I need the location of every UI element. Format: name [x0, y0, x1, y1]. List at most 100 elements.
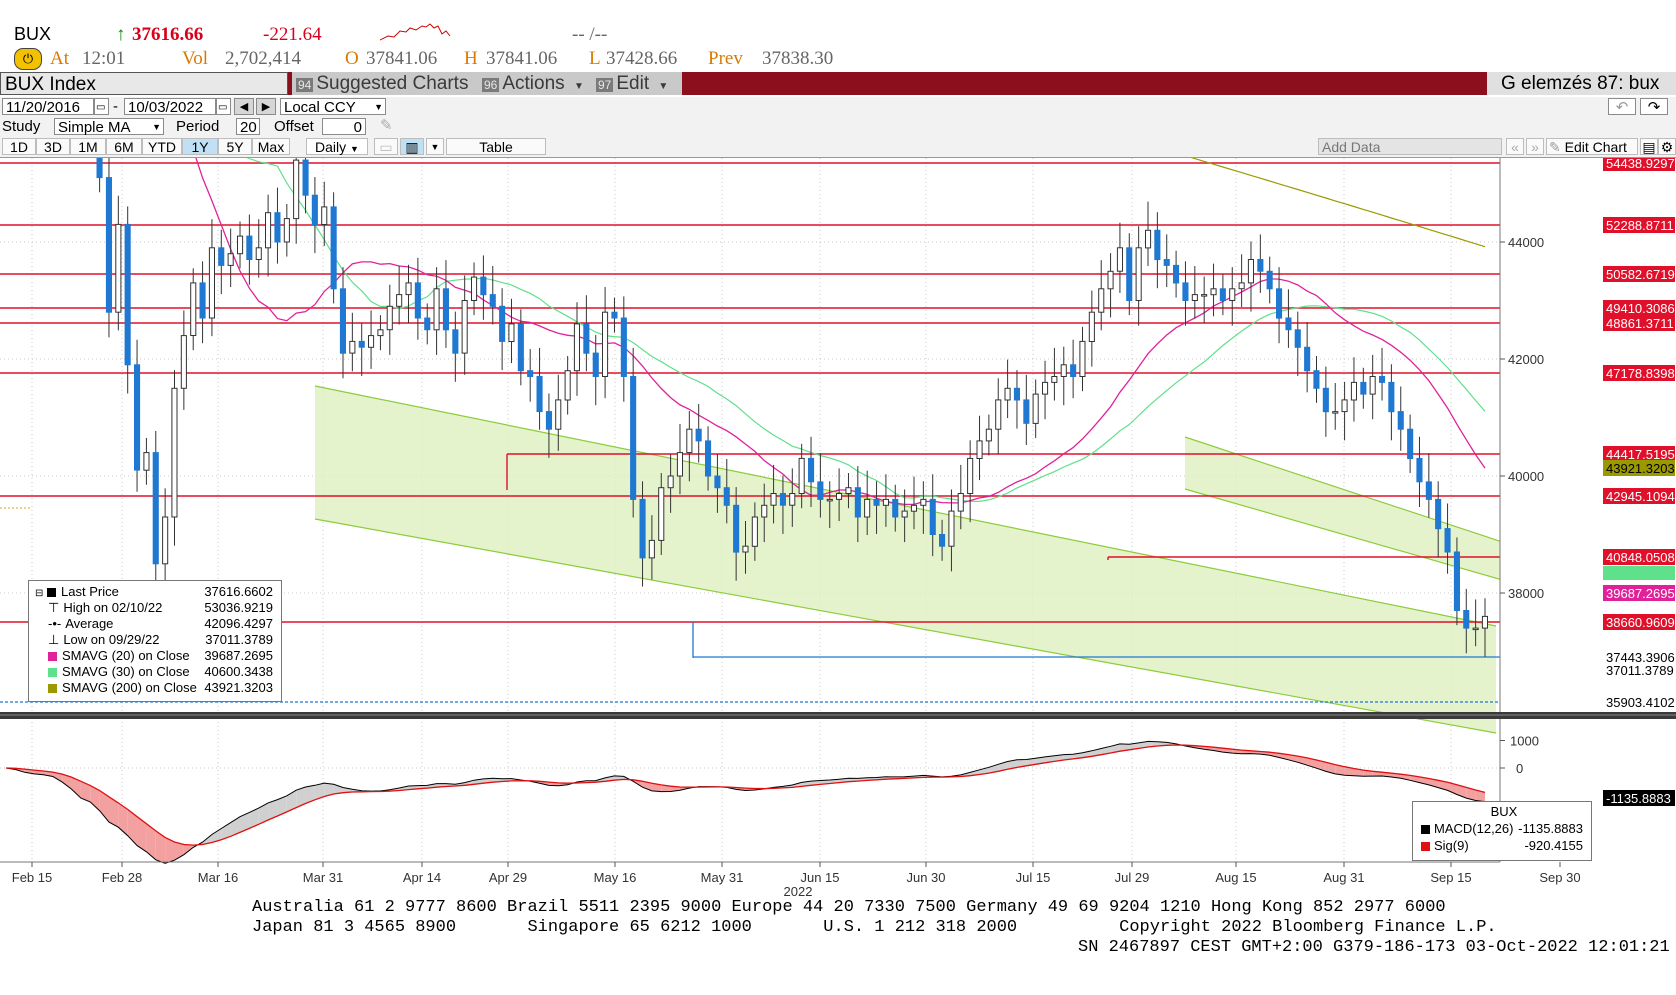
- collapse-left-button[interactable]: «: [1506, 138, 1524, 155]
- period-field[interactable]: 20: [236, 118, 260, 136]
- candle-body-24: [227, 253, 234, 266]
- x-tick-label-15: Sep 30: [1539, 870, 1580, 885]
- currency-select[interactable]: Local CCY ▼: [280, 98, 386, 116]
- gear-icon[interactable]: ⚙: [1658, 138, 1676, 155]
- high-value: 53036.9219: [204, 600, 273, 615]
- candle-body-22: [208, 247, 215, 319]
- axis-bg: [1500, 158, 1676, 870]
- period-button-1m[interactable]: 1M: [70, 138, 106, 155]
- line-style-button[interactable]: ▭: [374, 138, 398, 155]
- candle-body-16: [152, 452, 159, 565]
- candle-body-73: [686, 428, 693, 454]
- undo-button[interactable]: ↶: [1608, 98, 1636, 116]
- end-date-field[interactable]: 10/03/2022: [124, 98, 216, 116]
- price-chart[interactable]: 5400052000500004800046000440004200040000…: [0, 158, 1676, 898]
- period-button-5y[interactable]: 5Y: [218, 138, 252, 155]
- candle-body-142: [1332, 411, 1339, 414]
- low-marker-icon: ⊥: [48, 632, 60, 647]
- period-button-1y[interactable]: 1Y: [182, 138, 218, 155]
- candle-body-66: [620, 317, 627, 377]
- panel-separator[interactable]: [0, 712, 1676, 719]
- date-axis: Feb 15 Feb 28 Mar 16 Mar 31 Apr 14 Apr 29 May …: [12, 862, 1581, 898]
- sma-20-line: [195, 158, 1486, 506]
- caret-down-icon: ▼: [350, 144, 359, 154]
- legend-collapse-icon[interactable]: ⊟: [35, 588, 43, 599]
- edit-label: Edit: [616, 73, 650, 94]
- candle-body-130: [1219, 288, 1226, 301]
- candle-body-78: [733, 504, 740, 553]
- period-label: Period: [176, 118, 220, 135]
- start-date-field[interactable]: 11/20/2016: [2, 98, 94, 116]
- legend-sma20: SMAVG (20) on Close 39687.2695: [35, 648, 277, 664]
- add-data-input[interactable]: Add Data: [1318, 138, 1502, 155]
- start-date-calendar-icon[interactable]: ▭: [94, 98, 109, 115]
- offset-label: Offset: [274, 118, 314, 135]
- end-date-calendar-icon[interactable]: ▭: [216, 98, 231, 115]
- candle-body-17: [162, 516, 169, 565]
- actions-menu[interactable]: 96 Actions ▼: [478, 72, 596, 95]
- study-value: Simple MA: [58, 119, 131, 136]
- x-tick-label-7: May 31: [701, 870, 744, 885]
- candle-body-124: [1163, 259, 1170, 266]
- price-legend[interactable]: ⊟ Last Price 37616.6602 ⊤ High on 02/10/2…: [28, 580, 282, 702]
- y-tick-label-7: 40000: [1508, 469, 1544, 484]
- candle-body-77: [723, 487, 730, 506]
- study-label: Study: [2, 118, 41, 135]
- candle-body-112: [1051, 376, 1058, 383]
- x-tick-label-10: Jul 15: [1016, 870, 1051, 885]
- redo-button[interactable]: ↷: [1640, 98, 1668, 116]
- candle-body-145: [1360, 381, 1367, 395]
- candle-body-62: [583, 323, 590, 354]
- candle-body-74: [695, 428, 702, 442]
- period-button-max[interactable]: Max: [252, 138, 290, 155]
- price-axis: 5400052000500004800046000440004200040000…: [1499, 158, 1676, 870]
- candle-body-155: [1453, 551, 1461, 611]
- pencil-icon[interactable]: ✎: [380, 117, 393, 134]
- candle-body-158: [1481, 615, 1489, 629]
- period-button-6m[interactable]: 6M: [106, 138, 142, 155]
- period-button-1d[interactable]: 1D: [2, 138, 36, 155]
- bloomberg-icon[interactable]: ⏻: [14, 48, 42, 70]
- candle-body-102: [957, 493, 964, 512]
- offset-field[interactable]: 0: [322, 118, 366, 136]
- suggested-charts-button[interactable]: 94 Suggested Charts: [292, 72, 482, 95]
- candle-body-30: [283, 218, 290, 243]
- period-button-3d[interactable]: 3D: [36, 138, 70, 155]
- chart-settings-icon[interactable]: ▤: [1640, 138, 1658, 155]
- table-button[interactable]: Table: [446, 138, 546, 155]
- candle-body-23: [218, 247, 225, 266]
- candle-body-65: [611, 311, 618, 319]
- candle-body-86: [808, 457, 815, 483]
- sma-200-line: [1190, 158, 1486, 248]
- collapse-right-button[interactable]: »: [1526, 138, 1544, 155]
- candle-body-14: [134, 364, 141, 471]
- candle-body-109: [1023, 399, 1030, 424]
- study-select[interactable]: Simple MA ▼: [54, 118, 164, 136]
- caret-down-icon: ▼: [152, 122, 161, 132]
- macd-legend[interactable]: BUX MACD(12,26) -1135.8883 Sig(9) -920.4…: [1412, 801, 1592, 861]
- scroll-left-button[interactable]: ◀: [234, 98, 254, 115]
- average-marker-icon: -•-: [48, 616, 62, 631]
- up-arrow-icon: ↑: [116, 24, 126, 45]
- x-tick-label-1: Feb 28: [102, 870, 142, 885]
- candle-body-146: [1369, 376, 1376, 395]
- frequency-select[interactable]: Daily ▼: [306, 138, 368, 155]
- caret-down-icon: ▼: [658, 81, 669, 92]
- chart-style-button[interactable]: ▥: [400, 138, 424, 155]
- level-tag-9: 38660.9609: [1606, 615, 1675, 630]
- period-button-ytd[interactable]: YTD: [142, 138, 182, 155]
- candle-body-95: [892, 498, 899, 518]
- level-tag-0: 54438.9297: [1606, 158, 1675, 171]
- candle-body-50: [471, 276, 478, 302]
- edit-chart-button[interactable]: ✎ Edit Chart: [1546, 138, 1638, 155]
- last-price-label: Last Price: [61, 584, 119, 599]
- sma20-label: SMAVG (20) on Close: [62, 648, 190, 663]
- candle-body-105: [985, 428, 992, 442]
- candle-body-28: [265, 212, 272, 249]
- edit-menu[interactable]: 97 Edit ▼: [592, 72, 684, 95]
- style-dropdown-button[interactable]: ▼: [426, 138, 444, 155]
- candle-body-132: [1238, 282, 1245, 290]
- scroll-right-button[interactable]: ▶: [256, 98, 276, 115]
- security-title[interactable]: BUX Index: [0, 72, 288, 95]
- macd-y-tick-label-1: 0: [1516, 761, 1523, 776]
